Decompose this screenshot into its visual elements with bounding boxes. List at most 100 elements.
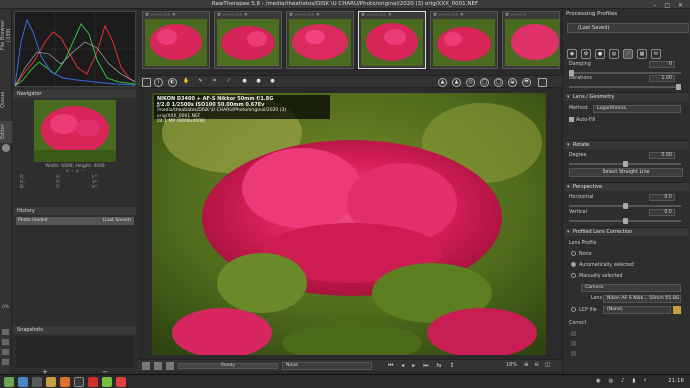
filmstrip-thumb[interactable]: ⚙ ☆☆☆☆ — [502, 11, 560, 69]
horizontal-slider[interactable] — [569, 203, 681, 209]
transform-tab[interactable]: ⟋ — [623, 49, 633, 59]
detail-tab[interactable]: ✿ — [581, 49, 591, 59]
correct-options — [571, 331, 681, 365]
exposure-tab[interactable]: ◉ — [567, 49, 577, 59]
radio-lcp[interactable]: LCP file — [571, 307, 597, 313]
snapshots-header[interactable]: Snapshots — [14, 326, 136, 334]
progress-bar: Ready — [178, 363, 278, 369]
folder-icon[interactable] — [46, 377, 56, 387]
iterations-value[interactable]: 1.00 — [649, 75, 675, 82]
damping-value[interactable]: 0 — [649, 61, 675, 68]
queue-icon[interactable] — [154, 362, 162, 370]
correct-checkbox[interactable] — [571, 351, 576, 356]
autofill-row[interactable]: Auto-Fill — [569, 117, 689, 125]
histogram — [14, 11, 136, 87]
panel-toggle-icon[interactable] — [142, 78, 151, 87]
preview-r-icon[interactable]: ● — [240, 78, 249, 87]
thumb-icons: ⚙ ☆☆☆☆☆ ✕ — [145, 13, 176, 18]
vertical-slider[interactable] — [569, 218, 681, 224]
image-preview[interactable]: NIKON D3400 + AF-S Nikkor 50mm f/1.8G ƒ/… — [152, 93, 546, 355]
preview-g-icon[interactable]: ● — [254, 78, 263, 87]
correct-checkbox[interactable] — [571, 331, 576, 336]
straighten-icon[interactable]: ⟋ — [224, 78, 233, 87]
editor-toolbar: i ◐ ✋ ✎ ⌗ ⟋ ● ● ● ▲ ▲ ◎ ◯ ◯ ◒ ◓ — [138, 75, 562, 88]
raw-tab[interactable]: ▦ — [637, 49, 647, 59]
app-icon[interactable] — [102, 377, 112, 387]
photo — [152, 93, 546, 355]
luminance-icon[interactable]: ◒ — [508, 78, 517, 87]
focus-mask-icon[interactable]: ◎ — [466, 78, 475, 87]
warning-icon[interactable]: ▲ — [438, 78, 447, 87]
tab-file-browser[interactable]: File Browser (339) — [0, 13, 12, 57]
select-straight-line-button[interactable]: Select Straight Line — [569, 168, 683, 177]
profiled-lens-correction-section[interactable]: Profiled Lens Correction — [565, 227, 689, 237]
circle-icon[interactable]: ◯ — [480, 78, 489, 87]
tool-icon[interactable] — [2, 349, 9, 355]
firefox-icon[interactable] — [60, 377, 70, 387]
degree-value[interactable]: 0.00 — [649, 152, 675, 159]
terminal-icon[interactable] — [32, 377, 42, 387]
tab-editor[interactable]: Editor — [0, 121, 12, 143]
external-editor-icon[interactable] — [166, 362, 174, 370]
profile-combo[interactable]: (Last Saved) — [567, 23, 689, 33]
damping-slider[interactable] — [569, 70, 681, 76]
degree-slider[interactable] — [569, 161, 681, 167]
correct-checkbox[interactable] — [571, 341, 576, 346]
metadata-tab[interactable]: ✉ — [651, 49, 661, 59]
tray-icons[interactable]: ◉ ◍ ♪ ▮ ⚡ — [596, 378, 650, 384]
filmstrip-thumb[interactable]: ⚙ ☆☆☆☆☆ ✕ — [286, 11, 354, 69]
zoom-buttons[interactable]: ⊕ ⊖ ◫ — [524, 362, 552, 368]
history-header[interactable]: History — [14, 207, 136, 215]
crop-icon[interactable]: ⌗ — [210, 78, 219, 87]
color-tab[interactable]: ● — [595, 49, 605, 59]
radio-none[interactable]: None — [571, 251, 592, 257]
advanced-tab[interactable]: ◍ — [609, 49, 619, 59]
gear-icon[interactable] — [2, 144, 10, 152]
info-icon[interactable]: i — [154, 78, 163, 87]
channel-icon[interactable]: ◓ — [522, 78, 531, 87]
autofill-checkbox[interactable] — [569, 117, 574, 122]
save-icon[interactable] — [142, 362, 150, 370]
folder-icon[interactable] — [673, 306, 681, 314]
history-row[interactable]: Photo loaded (Last Saved) — [16, 217, 134, 225]
menu-icon[interactable] — [4, 377, 14, 387]
tool-icon[interactable] — [2, 329, 9, 335]
navigator-header[interactable]: Navigator — [14, 90, 136, 98]
tool-icon[interactable] — [2, 359, 9, 365]
profile-selector[interactable]: None — [282, 362, 372, 370]
nav-buttons[interactable]: ⏮ ◂ ▸ ⏭ ⇆ ↕ — [388, 362, 457, 370]
horizontal-value[interactable]: 0.0 — [649, 194, 675, 201]
app-icon[interactable] — [116, 377, 126, 387]
color-picker-icon[interactable]: ✎ — [196, 78, 205, 87]
iterations-slider[interactable] — [569, 84, 681, 90]
camera-combo[interactable]: Camera — [581, 284, 681, 292]
tool-icon[interactable] — [2, 339, 9, 345]
before-after-icon[interactable]: ◐ — [168, 78, 177, 87]
lens-geometry-section[interactable]: Lens / Geometry — [565, 92, 689, 102]
preview-b-icon[interactable]: ● — [268, 78, 277, 87]
warning-icon-2[interactable]: ▲ — [452, 78, 461, 87]
perspective-section[interactable]: Perspective — [565, 182, 689, 192]
filmstrip-thumb[interactable]: ⚙ ☆☆☆☆☆ ✕ — [430, 11, 498, 69]
radio-auto[interactable]: Automatically selected — [571, 262, 634, 268]
filmstrip-thumb[interactable]: ⚙ ☆☆☆☆☆ ✕ — [142, 11, 210, 69]
lcp-file-combo[interactable]: (None) — [603, 306, 671, 314]
radio-manual[interactable]: Manually selected — [571, 273, 622, 279]
app-icon[interactable] — [18, 377, 28, 387]
hand-icon[interactable]: ✋ — [182, 78, 191, 87]
vertical-value[interactable]: 0.0 — [649, 209, 675, 216]
tab-queue[interactable]: Queue — [0, 89, 12, 111]
navigator-thumbnail[interactable] — [34, 100, 116, 162]
tool-tabs: ◉ ✿ ● ◍ ⟋ ▦ ✉ — [567, 49, 689, 61]
app-icon[interactable] — [88, 377, 98, 387]
method-combo[interactable]: LogarithmicL — [593, 105, 681, 113]
panel-toggle-right-icon[interactable] — [538, 78, 547, 87]
iterations-row: Iterations 1.00 — [569, 75, 689, 83]
snapshots-list[interactable] — [16, 336, 134, 368]
filmstrip-thumb[interactable]: ⚙ ☆☆☆☆☆ ✕ — [214, 11, 282, 69]
filmstrip-thumb-selected[interactable]: ⚙ ☆☆☆☆☆ ✕ — [358, 11, 426, 69]
rawtherapee-icon[interactable] — [74, 377, 84, 387]
rotate-section[interactable]: Rotate — [565, 140, 689, 150]
circle-icon-2[interactable]: ◯ — [494, 78, 503, 87]
lens-combo[interactable]: Nikon AF-S Nikk... 50mm f/1.8G — [603, 295, 681, 303]
